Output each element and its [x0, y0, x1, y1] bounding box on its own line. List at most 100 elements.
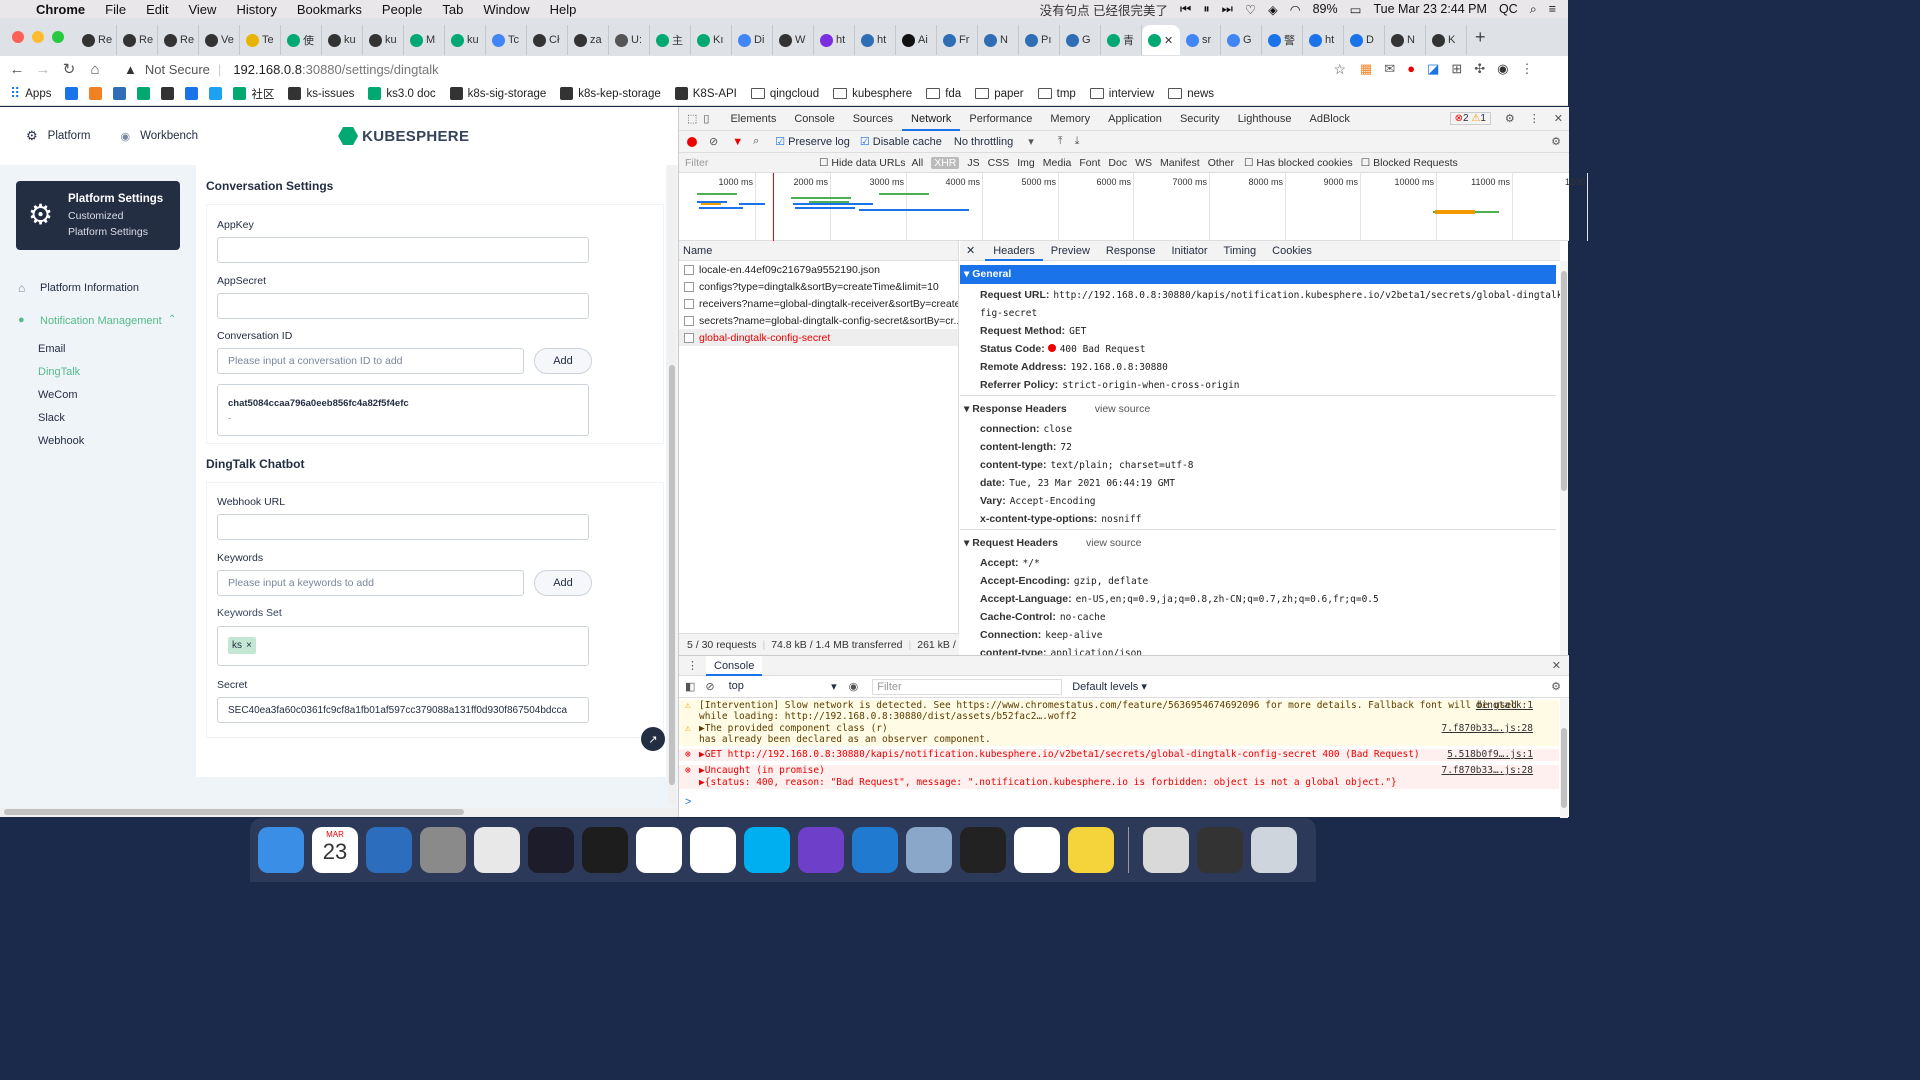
bookmark-icon-1[interactable] — [65, 87, 83, 100]
menu-view[interactable]: View — [188, 2, 216, 17]
tab-9[interactable]: ku — [445, 25, 486, 55]
bookmark-apps[interactable]: ⠿ Apps — [10, 85, 51, 102]
downloads-folder-icon[interactable] — [1143, 827, 1189, 873]
tab-22[interactable]: N — [978, 25, 1019, 55]
horizontal-scrollbar[interactable] — [0, 808, 678, 817]
download-icon[interactable]: ⤓ — [1075, 135, 1080, 148]
add-keyword-button[interactable]: Add — [534, 570, 592, 596]
type-filter-doc[interactable]: Doc — [1108, 157, 1127, 169]
wps-icon[interactable] — [1014, 827, 1060, 873]
reload-icon[interactable]: ↻ — [56, 60, 82, 78]
github-desktop-icon[interactable] — [798, 827, 844, 873]
tab-right-6[interactable]: K — [1426, 25, 1467, 55]
devtools-settings-icon[interactable]: ⚙ — [1505, 112, 1515, 125]
tab-13[interactable]: U: — [609, 25, 650, 55]
media-next-icon[interactable]: ⏭ — [1222, 2, 1233, 17]
console-source-link[interactable]: 7.f870b33….js:28 — [1441, 765, 1533, 776]
type-filter-manifest[interactable]: Manifest — [1160, 157, 1200, 169]
star-icon[interactable]: ☆ — [1333, 61, 1346, 78]
tab-17[interactable]: W — [773, 25, 814, 55]
detail-tab-preview[interactable]: Preview — [1043, 241, 1098, 261]
upload-icon[interactable]: ⤒ — [1058, 135, 1063, 148]
console-sidebar-icon[interactable]: ◧ — [685, 680, 695, 693]
type-filter-other[interactable]: Other — [1208, 157, 1234, 169]
bookmark-icon-4[interactable] — [137, 87, 155, 100]
tab-right-1[interactable]: G — [1221, 25, 1262, 55]
devtools-tab-adblock[interactable]: AdBlock — [1301, 107, 1359, 131]
calendar-icon[interactable]: MAR 23 — [312, 827, 358, 873]
detail-tab-cookies[interactable]: Cookies — [1264, 241, 1320, 261]
tab-20[interactable]: Ai — [896, 25, 937, 55]
terminal-icon[interactable] — [582, 827, 628, 873]
network-settings-icon[interactable]: ⚙ — [1551, 135, 1561, 148]
hide-data-urls-label[interactable]: Hide data URLs — [831, 157, 905, 169]
bookmark-qingcloud[interactable]: qingcloud — [750, 88, 819, 100]
has-blocked-cookies-checkbox[interactable]: ☐ — [1244, 157, 1253, 169]
heart-icon[interactable]: ♡ — [1245, 2, 1256, 17]
bookmark-k8s-sig-storage[interactable]: k8s-sig-storage — [449, 87, 546, 100]
scroll-top-icon[interactable]: ↗ — [641, 727, 665, 751]
kubesphere-logo-text[interactable]: KUBESPHERE — [362, 128, 469, 145]
devtools-tab-sources[interactable]: Sources — [844, 107, 902, 131]
network-filter-input[interactable]: Filter — [685, 157, 819, 169]
bookmark-icon-6[interactable] — [185, 87, 203, 100]
tab-3[interactable]: Ve — [199, 25, 240, 55]
appsecret-input[interactable] — [217, 293, 589, 319]
bookmark-k8s-kep-storage[interactable]: k8s-kep-storage — [560, 87, 661, 100]
bookmark-interview[interactable]: interview — [1089, 88, 1154, 100]
tab-active[interactable]: ✕ — [1142, 25, 1180, 55]
tab-right-3[interactable]: ht — [1303, 25, 1344, 55]
tab-12[interactable]: za — [568, 25, 609, 55]
devtools-close-icon[interactable]: ✕ — [1554, 112, 1563, 125]
detail-tab-response[interactable]: Response — [1098, 241, 1164, 261]
type-filter-js[interactable]: JS — [967, 157, 979, 169]
menu-history[interactable]: History — [236, 2, 276, 17]
url-text[interactable]: 192.168.0.8:30880/settings/dingtalk — [233, 62, 438, 77]
battery-icon[interactable]: ▭ — [1350, 2, 1362, 17]
bookmark-fda[interactable]: fda — [926, 88, 961, 100]
console-tab[interactable]: Console — [706, 655, 763, 676]
sidebar-item-dingtalk[interactable]: DingTalk — [38, 366, 80, 378]
conversation-id-input[interactable]: Please input a conversation ID to add — [217, 348, 524, 374]
devtools-more-icon[interactable]: ⋮ — [1529, 112, 1540, 125]
type-filter-ws[interactable]: WS — [1135, 157, 1152, 169]
bookmark-paper[interactable]: paper — [975, 88, 1024, 100]
request-row[interactable]: locale-en.44ef09c21679a9552190.json — [679, 261, 958, 278]
calculator-icon[interactable] — [420, 827, 466, 873]
forward-icon[interactable]: → — [30, 61, 56, 78]
menu-bookmarks[interactable]: Bookmarks — [297, 2, 362, 17]
has-blocked-cookies-label[interactable]: Has blocked cookies — [1256, 157, 1352, 169]
live-expression-icon[interactable]: ◉ — [849, 680, 859, 693]
menu-people[interactable]: People — [382, 2, 422, 17]
address-bar[interactable]: ▲ Not Secure | 192.168.0.8:30880/setting… — [116, 57, 1346, 81]
bookmark-news[interactable]: news — [1168, 88, 1214, 100]
translate-icon[interactable]: ⊞ — [1451, 61, 1462, 77]
nav-workbench[interactable]: Workbench — [140, 130, 198, 142]
add-conversation-button[interactable]: Add — [534, 348, 592, 374]
vscode-icon[interactable] — [852, 827, 898, 873]
tab-0[interactable]: Re — [76, 25, 117, 55]
tab-2[interactable]: Re — [158, 25, 199, 55]
webhook-url-input[interactable] — [217, 514, 589, 540]
bookmark--[interactable]: 社区 — [233, 86, 274, 102]
user-name[interactable]: QC — [1499, 2, 1518, 16]
clear-icon[interactable]: ⊘ — [709, 135, 718, 148]
close-window-button[interactable] — [12, 31, 24, 43]
filter-icon[interactable]: ▼ — [732, 136, 743, 148]
bookmark-icon-7[interactable] — [209, 87, 227, 100]
activity-monitor-icon[interactable] — [960, 827, 1006, 873]
inspect-element-icon[interactable]: ⬚ — [687, 112, 697, 125]
devtools-tab-memory[interactable]: Memory — [1041, 107, 1099, 131]
console-prompt[interactable]: > — [685, 796, 691, 808]
tab-23[interactable]: Pı — [1019, 25, 1060, 55]
general-section-header[interactable]: ▾ General — [960, 265, 1556, 284]
throttling-select[interactable]: No throttling ▾ — [954, 135, 1034, 148]
vertical-scrollbar[interactable] — [668, 165, 676, 805]
sidebar-item-slack[interactable]: Slack — [38, 412, 65, 424]
tab-right-4[interactable]: D — [1344, 25, 1385, 55]
devtools-tab-console[interactable]: Console — [785, 107, 843, 131]
back-icon[interactable]: ← — [4, 61, 30, 78]
keywords-input[interactable]: Please input a keywords to add — [217, 570, 524, 596]
tab-19[interactable]: ht — [855, 25, 896, 55]
tab-10[interactable]: Tc — [486, 25, 527, 55]
